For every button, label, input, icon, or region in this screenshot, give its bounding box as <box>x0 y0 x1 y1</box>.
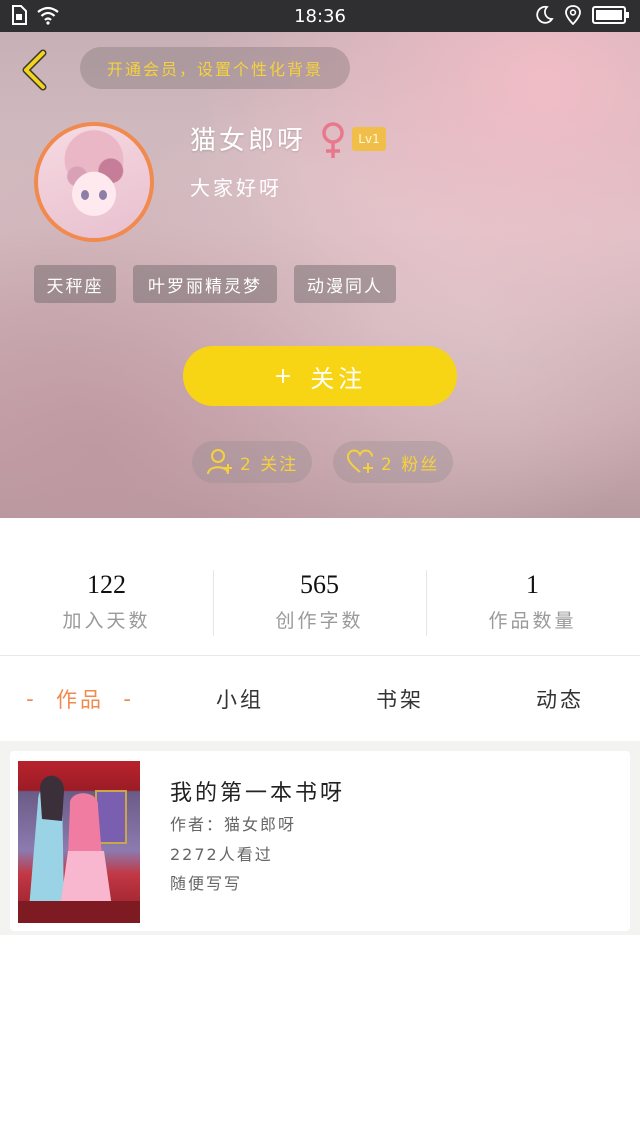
chevron-left-icon <box>22 49 47 91</box>
plus-icon: + <box>273 363 297 389</box>
stat-label: 作品数量 <box>488 610 577 632</box>
location-icon <box>565 5 581 25</box>
stat-value: 565 <box>300 570 339 599</box>
work-cover-image[interactable] <box>18 761 140 923</box>
stat-days-joined: 122 加入天数 <box>0 570 213 640</box>
back-button[interactable] <box>14 48 54 92</box>
follow-button[interactable]: + 关注 <box>183 346 457 406</box>
follow-label: 关注 <box>310 364 367 393</box>
following-count[interactable]: 2 关注 <box>192 441 313 483</box>
tab-label: 动态 <box>536 688 584 712</box>
avatar[interactable] <box>34 122 154 242</box>
stat-work-count: 1 作品数量 <box>426 570 639 640</box>
tab-groups[interactable]: 小组 <box>180 681 300 717</box>
avatar-eye-left <box>81 190 89 200</box>
tag[interactable]: 动漫同人 <box>294 265 396 303</box>
tag[interactable]: 天秤座 <box>34 265 116 303</box>
status-right <box>534 5 630 25</box>
stat-value: 122 <box>87 570 126 599</box>
following-count-label: 2 关注 <box>240 454 299 475</box>
status-bar: 18:36 <box>0 0 640 32</box>
tab-indicator-right: - <box>104 687 134 711</box>
female-icon <box>322 122 344 158</box>
work-title[interactable]: 我的第一本书呀 <box>170 775 345 807</box>
profile-page: 18:36 开通会员，设置个性化背景 猫女郎呀 Lv1 大家好呀 天秤座 叶罗丽… <box>0 0 640 1138</box>
vip-banner[interactable]: 开通会员，设置个性化背景 <box>80 47 350 89</box>
tab-activity[interactable]: 动态 <box>500 681 620 717</box>
heart-plus-icon <box>347 449 373 473</box>
stat-label: 加入天数 <box>62 610 151 632</box>
sim-card-icon <box>12 5 27 25</box>
wifi-icon <box>37 6 59 25</box>
work-views: 2272人看过 <box>170 845 273 864</box>
avatar-eye-right <box>99 190 107 200</box>
work-author: 作者：猫女郎呀 <box>170 815 297 834</box>
stat-value: 1 <box>526 570 539 599</box>
stat-word-count: 565 创作字数 <box>213 570 426 640</box>
tab-label: 作品 <box>56 688 104 712</box>
battery-icon <box>592 6 629 24</box>
tab-bar: - 作品 - 小组 书架 动态 <box>0 657 640 741</box>
stat-label: 创作字数 <box>275 610 364 632</box>
cover-illustration <box>18 775 140 923</box>
avatar-face <box>72 172 116 216</box>
fans-count-label: 2 粉丝 <box>381 454 440 475</box>
bio: 大家好呀 <box>190 176 282 200</box>
fans-count[interactable]: 2 粉丝 <box>333 441 454 483</box>
add-user-icon <box>207 449 232 475</box>
username: 猫女郎呀 <box>190 126 307 156</box>
status-time: 18:36 <box>294 5 346 27</box>
tab-indicator-left: - <box>26 687 56 711</box>
tag[interactable]: 叶罗丽精灵梦 <box>133 265 277 303</box>
status-left <box>10 5 60 25</box>
tab-works[interactable]: - 作品 - <box>20 681 140 717</box>
level-badge: Lv1 <box>352 127 386 151</box>
moon-icon <box>536 5 554 24</box>
stats-bar: 122 加入天数 565 创作字数 1 作品数量 <box>0 518 640 656</box>
tab-label: 书架 <box>376 688 424 712</box>
work-card[interactable]: 我的第一本书呀 作者：猫女郎呀 2272人看过 随便写写 <box>10 751 630 931</box>
tab-bookshelf[interactable]: 书架 <box>340 681 460 717</box>
tab-label: 小组 <box>216 688 264 712</box>
work-summary: 随便写写 <box>170 874 243 893</box>
profile-header: 开通会员，设置个性化背景 猫女郎呀 Lv1 大家好呀 天秤座 叶罗丽精灵梦 动漫… <box>0 32 640 518</box>
works-list: 我的第一本书呀 作者：猫女郎呀 2272人看过 随便写写 <box>0 741 640 1138</box>
